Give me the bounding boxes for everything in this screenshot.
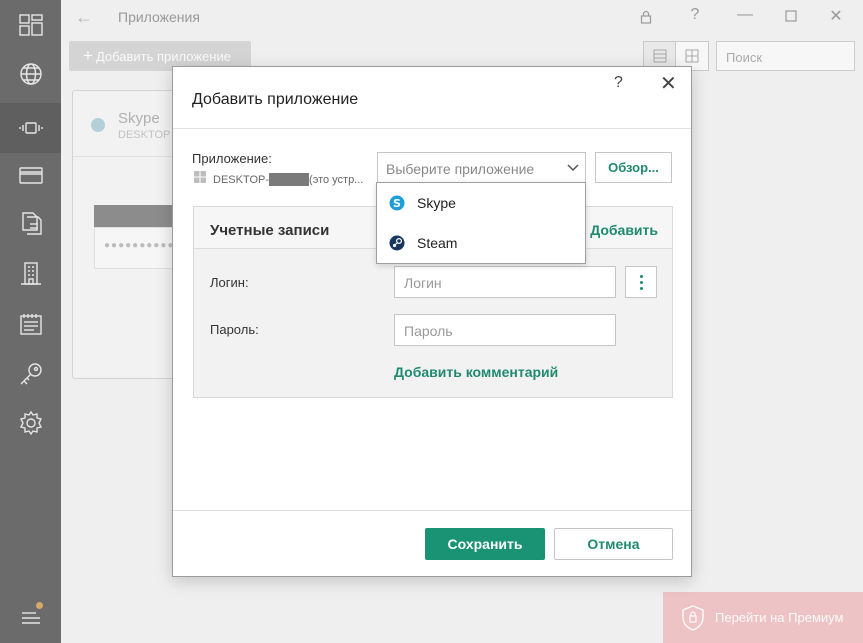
login-label: Логин:	[210, 275, 249, 290]
premium-label: Перейти на Премиум	[715, 610, 844, 625]
search-input[interactable]: Поиск	[716, 41, 855, 71]
password-input[interactable]: Пароль	[394, 314, 616, 346]
accounts-title: Учетные записи	[210, 222, 330, 239]
login-input[interactable]: Логин	[394, 266, 616, 298]
windows-logo-icon	[194, 171, 206, 183]
add-comment-link[interactable]: Добавить комментарий	[394, 364, 558, 380]
add-app-label: Добавить приложение	[95, 48, 231, 64]
dialog-help-icon[interactable]: ?	[614, 74, 623, 92]
sidebar-item-dashboard[interactable]	[0, 0, 61, 50]
app-select[interactable]: Выберите приложение	[377, 152, 586, 183]
key-icon	[20, 363, 42, 385]
window-title: Приложения	[118, 9, 200, 25]
app-select-placeholder: Выберите приложение	[386, 161, 535, 177]
sidebar-item-passwords[interactable]	[0, 349, 61, 399]
lock-icon[interactable]	[636, 6, 656, 29]
sidebar-item-addresses[interactable]	[0, 248, 61, 298]
notification-dot	[36, 602, 43, 609]
settings-gear-icon	[19, 410, 42, 436]
sidebar-item-bank-cards[interactable]	[0, 150, 61, 200]
chevron-down-icon	[567, 160, 579, 175]
sidebar-item-notes[interactable]	[0, 299, 61, 349]
go-premium-button[interactable]: Перейти на Премиум	[663, 592, 863, 643]
vibrate-device-icon	[18, 122, 43, 134]
app-card-skype[interactable]: Skype DESKTOP ●●●●●●●●●●	[72, 90, 176, 379]
sidebar-item-documents[interactable]	[0, 198, 61, 248]
back-arrow-icon[interactable]: ←	[75, 7, 93, 28]
close-window-icon[interactable]: ✕	[826, 6, 846, 26]
credit-card-icon	[18, 167, 43, 184]
kebab-menu-icon	[639, 274, 643, 290]
dialog-title: Добавить приложение	[192, 91, 359, 108]
dropdown-option-label: Steam	[417, 235, 458, 251]
building-icon	[20, 262, 41, 285]
skype-icon: S	[389, 195, 405, 211]
add-account-link[interactable]: Добавить	[590, 222, 658, 238]
steam-icon	[389, 235, 405, 251]
add-app-dialog: Добавить приложение ? ✕ Приложение: DESK…	[172, 66, 692, 577]
title-bar: ← Приложения ? — ✕	[61, 0, 863, 34]
svg-text:S: S	[393, 197, 401, 210]
help-icon[interactable]: ?	[685, 6, 705, 24]
password-mask: ●●●●●●●●●●	[94, 227, 174, 269]
more-options-button[interactable]	[625, 266, 657, 298]
sidebar-item-applications[interactable]	[0, 103, 61, 153]
divider	[73, 156, 175, 157]
app-dropdown-list: S Skype Steam	[376, 182, 586, 264]
dashboard-icon	[18, 14, 43, 36]
device-name: DESKTOP- (это устр...	[213, 173, 363, 186]
sidebar-item-settings[interactable]	[0, 398, 61, 448]
dialog-close-icon[interactable]: ✕	[660, 71, 677, 96]
app-label: Приложение:	[192, 151, 272, 166]
documents-icon	[21, 212, 42, 235]
skype-icon	[91, 118, 105, 132]
sidebar-item-web[interactable]	[0, 49, 61, 99]
sidebar	[0, 0, 61, 643]
minimize-icon[interactable]: —	[735, 6, 755, 24]
browse-button[interactable]: Обзор...	[595, 152, 672, 183]
device-name-mask	[269, 173, 310, 186]
password-label: Пароль:	[210, 322, 259, 337]
notepad-icon	[19, 314, 42, 335]
plus-icon: +	[83, 46, 93, 65]
globe-icon	[19, 63, 42, 85]
login-mask	[94, 205, 174, 227]
dropdown-option-steam[interactable]: Steam	[377, 223, 585, 263]
dialog-footer-divider	[173, 510, 691, 511]
dropdown-option-skype[interactable]: S Skype	[377, 183, 585, 223]
device-suffix: (это устр...	[309, 174, 364, 186]
app-card-title: Skype	[118, 110, 160, 127]
maximize-icon[interactable]	[781, 6, 801, 27]
app-card-subtitle: DESKTOP	[118, 129, 171, 141]
dropdown-option-label: Skype	[417, 195, 456, 211]
shield-icon	[682, 604, 704, 631]
device-prefix: DESKTOP-	[213, 174, 270, 186]
save-button[interactable]: Сохранить	[425, 528, 545, 560]
sidebar-menu-button[interactable]	[0, 593, 61, 643]
cancel-button[interactable]: Отмена	[554, 528, 673, 560]
dialog-header-divider	[173, 128, 691, 129]
